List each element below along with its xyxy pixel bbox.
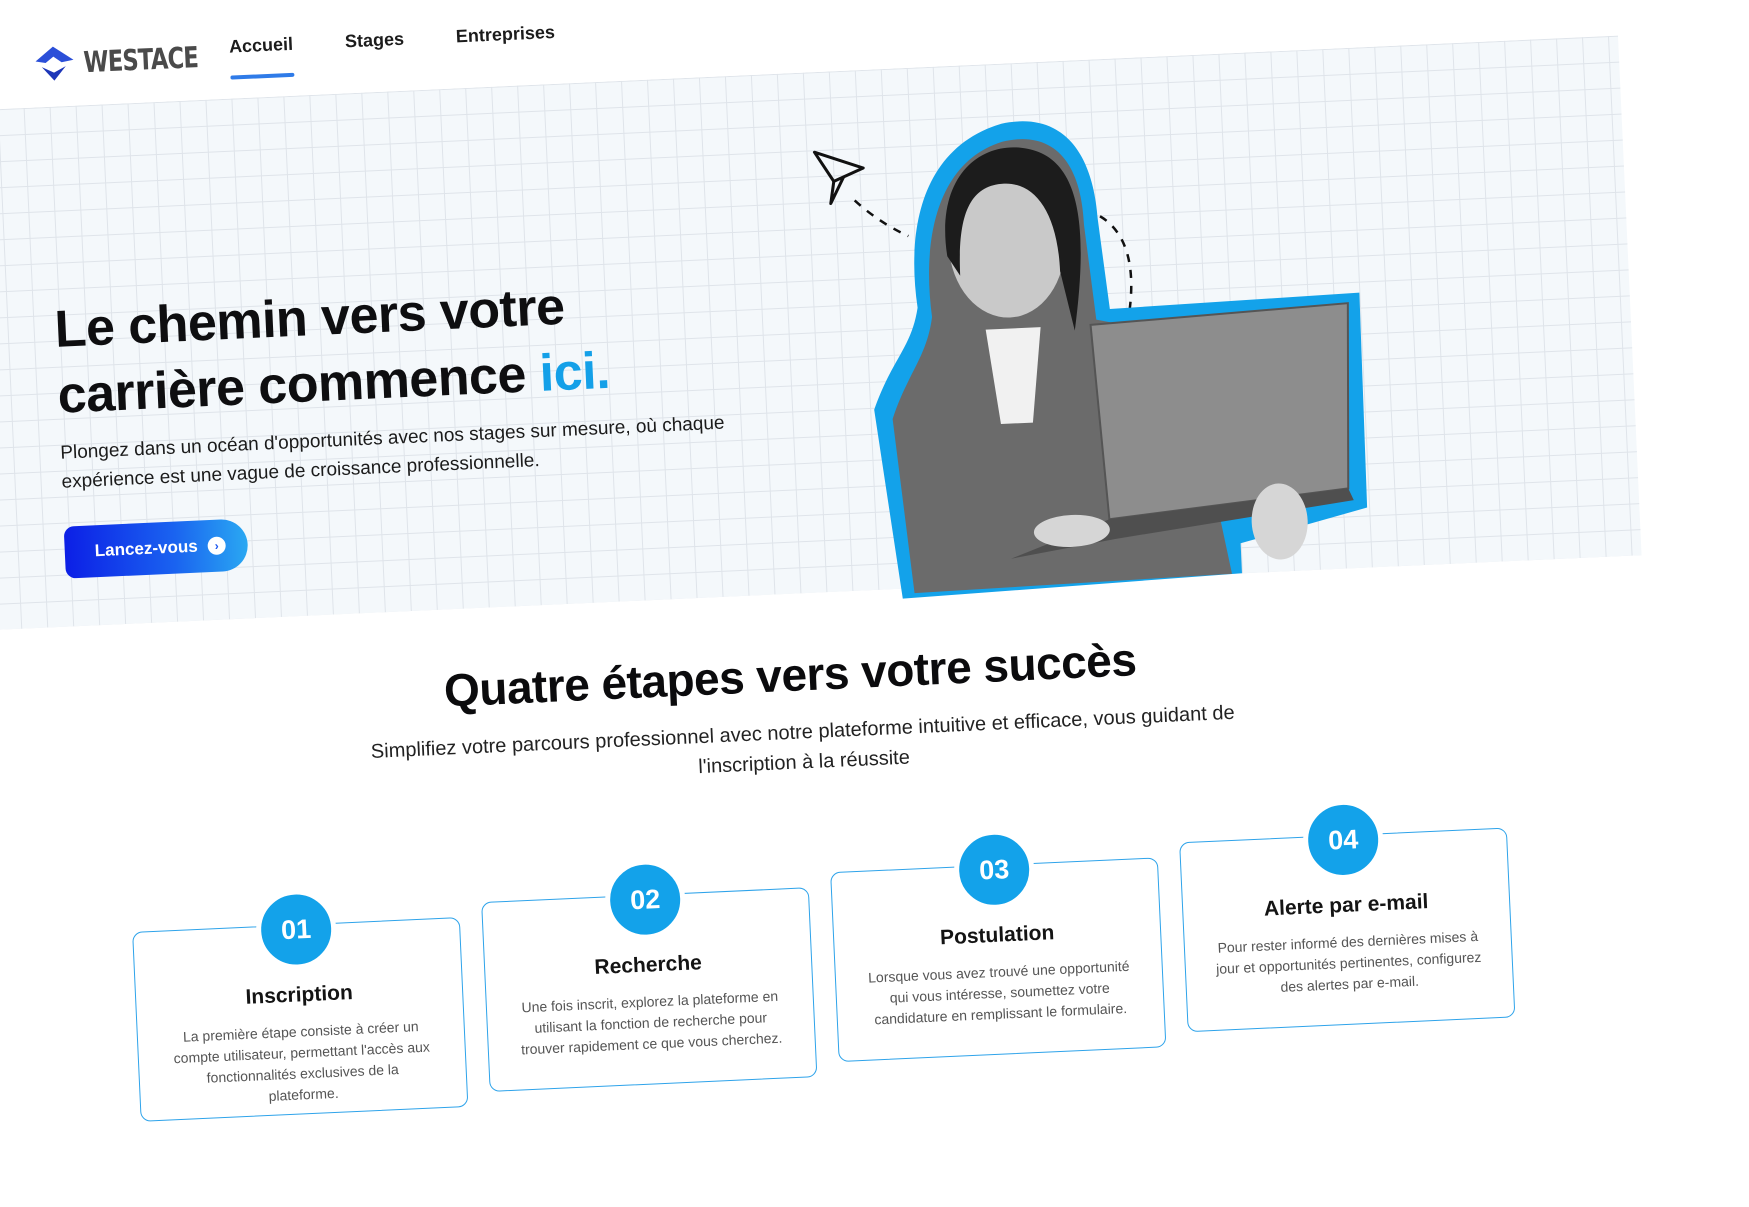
cta-button[interactable]: Lancez-vous › bbox=[63, 518, 249, 579]
step-number-badge: 04 bbox=[1301, 798, 1385, 882]
step-title: Inscription bbox=[245, 981, 354, 1009]
steps-cards: 01 Inscription La première étape consist… bbox=[121, 798, 1520, 1122]
hero-title: Le chemin vers votre carrière commence i… bbox=[53, 272, 611, 429]
step-card-postulation: 03 Postulation Lorsque vous avez trouvé … bbox=[830, 828, 1167, 1063]
step-title: Postulation bbox=[939, 921, 1055, 950]
hero-section: Le chemin vers votre carrière commence i… bbox=[0, 35, 1642, 633]
step-card-inscription: 01 Inscription La première étape consist… bbox=[132, 887, 469, 1122]
step-card-alerte: 04 Alerte par e-mail Pour rester informé… bbox=[1179, 798, 1516, 1033]
hero-title-line2: carrière commence bbox=[56, 344, 541, 425]
step-text: La première étape consiste à créer un co… bbox=[173, 1018, 431, 1104]
hero-title-accent: ici. bbox=[538, 341, 612, 403]
nav-item-entreprises[interactable]: Entreprises bbox=[455, 22, 556, 69]
cta-label: Lancez-vous bbox=[94, 536, 199, 561]
step-card-recherche: 02 Recherche Une fois inscrit, explorez … bbox=[481, 857, 818, 1092]
chevron-right-circle-icon: › bbox=[207, 536, 227, 556]
step-number-badge: 01 bbox=[254, 887, 338, 972]
step-number-badge: 03 bbox=[952, 828, 1036, 912]
logo-icon bbox=[35, 46, 74, 81]
hero-illustration bbox=[812, 121, 1368, 599]
step-title: Recherche bbox=[593, 951, 703, 980]
step-text: Pour rester informé des dernières mises … bbox=[1215, 927, 1482, 995]
brand-logo[interactable]: WESTACE bbox=[31, 33, 232, 88]
step-title: Alerte par e-mail bbox=[1263, 890, 1429, 921]
main-nav: Accueil Stages Entreprises bbox=[229, 22, 557, 80]
nav-item-stages[interactable]: Stages bbox=[345, 29, 406, 75]
step-number-badge: 02 bbox=[603, 857, 687, 942]
paper-plane-icon bbox=[812, 150, 865, 206]
brand-name: WESTACE bbox=[82, 40, 199, 80]
step-text: Une fois inscrit, explorez la plateforme… bbox=[520, 987, 783, 1058]
step-text: Lorsque vous avez trouvé une opportunité… bbox=[867, 957, 1130, 1028]
nav-item-accueil[interactable]: Accueil bbox=[229, 34, 295, 80]
